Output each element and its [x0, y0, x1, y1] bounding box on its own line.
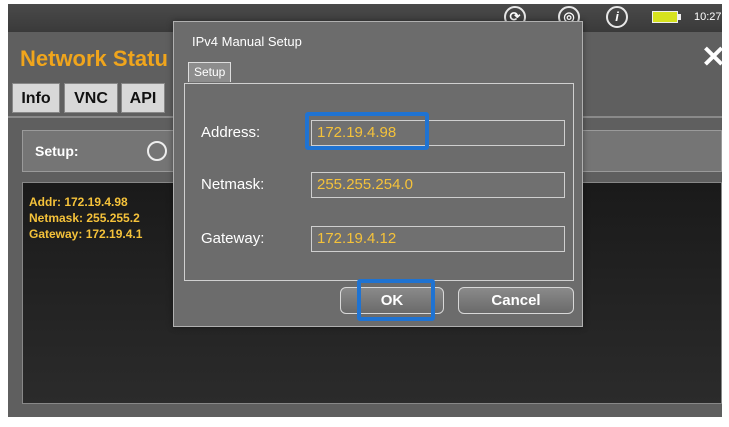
- ipv4-manual-setup-dialog: IPv4 Manual Setup Setup Address: 172.19.…: [173, 21, 583, 327]
- netmask-label: Netmask:: [201, 176, 265, 193]
- info-addr: Addr: 172.19.4.98: [29, 195, 128, 209]
- device-screen: ⟳ ◎ i 10:27 Network Statu ✕ Info VNC API…: [8, 4, 722, 417]
- setup-radio-button[interactable]: [147, 141, 167, 161]
- tab-vnc[interactable]: VNC: [64, 83, 118, 113]
- address-highlight-box: [305, 112, 429, 150]
- window-title: Network Statu: [20, 46, 168, 71]
- tab-api[interactable]: API: [121, 83, 165, 113]
- info-icon[interactable]: i: [606, 6, 628, 28]
- info-netmask: Netmask: 255.255.2: [29, 211, 140, 225]
- address-label: Address:: [201, 124, 261, 141]
- dialog-title: IPv4 Manual Setup: [192, 34, 302, 49]
- close-icon[interactable]: ✕: [701, 40, 722, 75]
- gateway-field[interactable]: 172.19.4.12: [311, 226, 565, 252]
- info-gateway: Gateway: 172.19.4.1: [29, 227, 143, 241]
- tab-info[interactable]: Info: [12, 83, 60, 113]
- dialog-setup-panel: Address: 172.19.4.98 Netmask: 255.255.25…: [184, 83, 574, 281]
- ok-highlight-box: [357, 279, 435, 321]
- clock: 10:27: [694, 11, 722, 23]
- gateway-label: Gateway:: [201, 230, 265, 247]
- setup-row-label: Setup:: [35, 143, 79, 159]
- netmask-field[interactable]: 255.255.254.0: [311, 172, 565, 198]
- battery-icon: [652, 11, 681, 23]
- tab-setup[interactable]: Setup: [188, 62, 232, 82]
- cancel-button[interactable]: Cancel: [458, 287, 574, 314]
